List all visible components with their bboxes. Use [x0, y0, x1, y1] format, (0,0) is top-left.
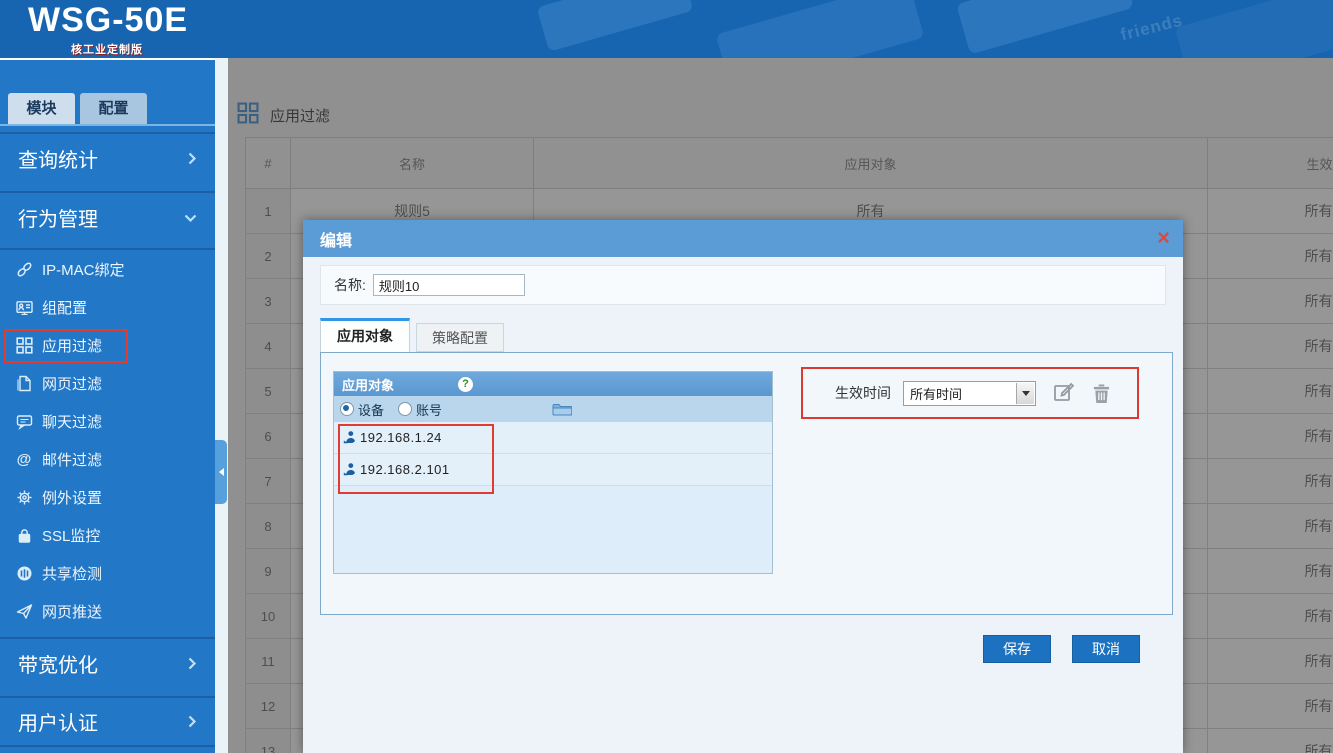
sidebar-item-label: 网页过滤	[42, 373, 102, 394]
sidebar-item-网页过滤[interactable]: 网页过滤	[0, 364, 215, 402]
help-icon[interactable]: ?	[458, 377, 473, 392]
sidebar-submenu: IP-MAC绑定 组配置 应用过滤 网页过滤 聊天过滤 @ 邮件过滤 例外设置 …	[0, 248, 215, 630]
sidebar-item-IP-MAC绑定[interactable]: IP-MAC绑定	[0, 250, 215, 288]
sidebar-item-label: IP-MAC绑定	[42, 259, 125, 280]
sidebar-item-label: 例外设置	[42, 487, 102, 508]
sidebar-item-应用过滤[interactable]: 应用过滤	[0, 326, 215, 364]
name-field-panel: 名称:	[320, 265, 1166, 305]
lock-icon	[15, 526, 33, 544]
dropdown-arrow-icon[interactable]	[1016, 383, 1034, 404]
sidebar-item-label: 聊天过滤	[42, 411, 102, 432]
keyboard-decoration	[1175, 0, 1333, 58]
sidebar-item-邮件过滤[interactable]: @ 邮件过滤	[0, 440, 215, 478]
grid-icon	[15, 336, 33, 354]
sidebar-item-网页推送[interactable]: 网页推送	[0, 592, 215, 630]
tab-modules[interactable]: 模块	[8, 93, 75, 124]
radio-device[interactable]	[340, 402, 354, 416]
sidebar-item-label: 组配置	[42, 297, 87, 318]
sidebar-gutter	[215, 58, 228, 753]
radio-account-label: 账号	[416, 400, 442, 419]
at-icon: @	[15, 450, 33, 468]
save-button[interactable]: 保存	[983, 635, 1051, 663]
device-list: 192.168.1.24 192.168.2.101	[334, 422, 772, 573]
panel-header-label: 应用对象	[342, 375, 394, 394]
link-icon	[15, 260, 33, 278]
radio-device-label: 设备	[358, 400, 384, 419]
paper-plane-icon	[15, 602, 33, 620]
keyboard-decoration	[716, 0, 925, 58]
edit-icon[interactable]	[1053, 382, 1075, 404]
application-window: friends WSG-50E 核工业定制版 模块 配置 查询统计 行为管理 I…	[0, 0, 1333, 753]
sidebar: 模块 配置 查询统计 行为管理 IP-MAC绑定 组配置 应用过滤 网页过滤 聊…	[0, 58, 215, 753]
sidebar-item-组配置[interactable]: 组配置	[0, 288, 215, 326]
edit-dialog: 编辑 × 名称: 应用对象 策略配置 应用对象 ? 设备 账号	[303, 220, 1183, 753]
sidebar-tab-bar: 模块 配置	[8, 93, 147, 124]
keyboard-decoration	[956, 0, 1134, 54]
top-banner: friends WSG-50E 核工业定制版	[0, 0, 1333, 58]
chevron-right-icon	[187, 152, 197, 165]
sidebar-item-共享检测[interactable]: 共享检测	[0, 554, 215, 592]
trash-icon[interactable]	[1092, 383, 1111, 404]
sidebar-item-SSL监控[interactable]: SSL监控	[0, 516, 215, 554]
banner-watermark: friends	[1119, 11, 1186, 46]
chevron-down-icon	[184, 213, 197, 223]
name-label: 名称:	[334, 275, 366, 295]
device-ip: 192.168.2.101	[360, 462, 450, 477]
device-ip: 192.168.1.24	[360, 430, 442, 445]
effective-time-label: 生效时间	[835, 383, 891, 403]
close-icon[interactable]: ×	[1157, 224, 1170, 252]
app-logo: WSG-50E	[28, 1, 188, 40]
sidebar-item-label: 邮件过滤	[42, 449, 102, 470]
chevron-right-icon	[187, 715, 197, 728]
id-card-icon	[15, 298, 33, 316]
effective-time-dropdown[interactable]: 所有时间	[903, 381, 1036, 406]
dialog-tab-bar: 应用对象 策略配置	[320, 318, 504, 352]
keyboard-decoration	[537, 0, 694, 52]
device-list-item[interactable]: 192.168.1.24	[334, 422, 772, 454]
sidebar-item-label: SSL监控	[42, 525, 100, 546]
device-list-item[interactable]: 192.168.2.101	[334, 454, 772, 486]
share-icon	[15, 564, 33, 582]
dropdown-selected-value: 所有时间	[910, 384, 962, 403]
rule-name-input[interactable]	[373, 274, 525, 296]
folder-icon[interactable]	[552, 402, 572, 416]
chat-icon	[15, 412, 33, 430]
section-label: 带宽优化	[18, 649, 98, 678]
sidebar-item-label: 应用过滤	[42, 335, 102, 356]
sidebar-item-聊天过滤[interactable]: 聊天过滤	[0, 402, 215, 440]
sidebar-item-例外设置[interactable]: 例外设置	[0, 478, 215, 516]
radio-account[interactable]	[398, 402, 412, 416]
sidebar-section-behavior-mgmt[interactable]: 行为管理	[0, 191, 215, 242]
dialog-title-bar[interactable]: 编辑	[303, 220, 1183, 257]
section-label: 用户认证	[18, 707, 98, 736]
sidebar-section-bandwidth[interactable]: 带宽优化	[0, 637, 215, 688]
application-target-panel: 应用对象 ? 设备 账号 192.168.1.24 192.168.2.101	[333, 371, 773, 574]
section-label: 查询统计	[18, 144, 98, 173]
dialog-title: 编辑	[320, 227, 352, 251]
sidebar-item-label: 共享检测	[42, 563, 102, 584]
sidebar-item-label: 网页推送	[42, 601, 102, 622]
person-icon	[342, 430, 357, 445]
gear-icon	[15, 488, 33, 506]
tab-content-panel: 应用对象 ? 设备 账号 192.168.1.24 192.168.2.101	[320, 352, 1173, 615]
app-logo-subtitle: 核工业定制版	[71, 41, 143, 57]
chevron-right-icon	[187, 657, 197, 670]
sidebar-tabs-divider	[0, 124, 215, 126]
panel-header: 应用对象 ?	[334, 372, 772, 396]
sidebar-section-user-auth[interactable]: 用户认证	[0, 696, 215, 747]
person-icon	[342, 462, 357, 477]
tab-application-target[interactable]: 应用对象	[320, 318, 410, 352]
tab-config[interactable]: 配置	[80, 93, 147, 124]
collapse-arrow-icon	[215, 468, 224, 476]
cancel-button[interactable]: 取消	[1072, 635, 1140, 663]
effective-time-group: 生效时间 所有时间	[801, 367, 1139, 419]
section-label: 行为管理	[18, 203, 98, 232]
page-icon	[15, 374, 33, 392]
target-type-radios: 设备 账号	[334, 396, 772, 422]
sidebar-collapse-handle[interactable]	[215, 440, 227, 504]
sidebar-section-query-stats[interactable]: 查询统计	[0, 132, 215, 183]
tab-policy-config[interactable]: 策略配置	[416, 323, 504, 352]
